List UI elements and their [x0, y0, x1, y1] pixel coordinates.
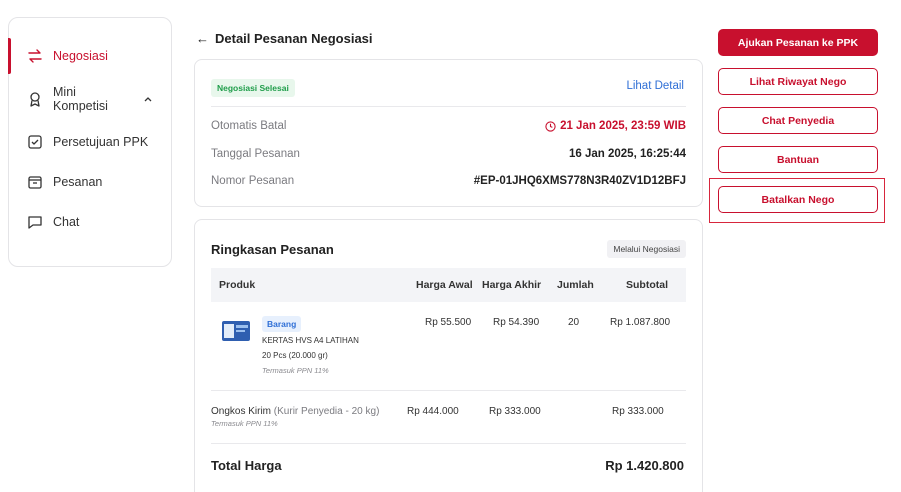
- sidebar-item-pesanan[interactable]: Pesanan: [9, 162, 171, 202]
- product-variant: 20 Pcs (20.000 gr): [262, 351, 328, 360]
- negotiation-history-button[interactable]: Lihat Riwayat Nego: [718, 68, 878, 95]
- page-title-text: Detail Pesanan Negosiasi: [215, 31, 373, 46]
- divider: [211, 106, 686, 107]
- order-summary-card: Ringkasan Pesanan Melalui Negosiasi Prod…: [194, 219, 703, 492]
- sidebar: Negosiasi Mini Kompetisi Persetujuan PPK…: [8, 17, 172, 267]
- summary-title: Ringkasan Pesanan: [211, 242, 334, 257]
- row-label: Tanggal Pesanan: [211, 148, 300, 160]
- col-header-jumlah: Jumlah: [557, 279, 594, 291]
- product-type-tag: Barang: [262, 316, 302, 332]
- sidebar-item-label: Persetujuan PPK: [53, 135, 149, 149]
- shipping-harga-akhir: Rp 333.000: [489, 406, 541, 417]
- product-image: [220, 317, 252, 345]
- product-name: KERTAS HVS A4 LATIHAN: [262, 336, 359, 345]
- total-label: Total Harga: [211, 458, 282, 473]
- table-header: Produk Harga Awal Harga Akhir Jumlah Sub…: [211, 268, 686, 302]
- auto-cancel-row: Otomatis Batal 21 Jan 2025, 23:59 WIB: [211, 120, 686, 132]
- sidebar-item-negosiasi[interactable]: Negosiasi: [8, 36, 171, 76]
- submit-to-ppk-button[interactable]: Ajukan Pesanan ke PPK: [718, 29, 878, 56]
- row-label: Otomatis Batal: [211, 120, 287, 132]
- sidebar-item-label: Negosiasi: [53, 49, 108, 63]
- chat-provider-button[interactable]: Chat Penyedia: [718, 107, 878, 134]
- product-harga-akhir: Rp 54.390: [493, 317, 540, 328]
- col-header-harga-akhir: Harga Akhir: [482, 279, 542, 291]
- row-label: Nomor Pesanan: [211, 175, 295, 187]
- order-status-card: Negosiasi Selesai Lihat Detail Otomatis …: [194, 59, 703, 207]
- negotiation-badge: Melalui Negosiasi: [607, 240, 686, 258]
- product-subtotal: Rp 1.087.800: [610, 317, 671, 328]
- row-value: 21 Jan 2025, 23:59 WIB: [545, 120, 686, 132]
- shipping-subtotal: Rp 333.000: [612, 406, 664, 417]
- shipping-harga-awal: Rp 444.000: [407, 406, 459, 417]
- sidebar-item-mini-kompetisi[interactable]: Mini Kompetisi: [9, 76, 171, 122]
- check-square-icon: [27, 134, 43, 150]
- shipping-tax-note: Termasuk PPN 11%: [211, 419, 278, 428]
- divider: [211, 443, 686, 444]
- help-button[interactable]: Bantuan: [718, 146, 878, 173]
- product-jumlah: 20: [568, 317, 580, 328]
- sidebar-item-label: Pesanan: [53, 175, 103, 189]
- status-badge: Negosiasi Selesai: [211, 79, 295, 97]
- swap-arrows-icon: [27, 48, 43, 64]
- sidebar-item-persetujuan-ppk[interactable]: Persetujuan PPK: [9, 122, 171, 162]
- row-value: #EP-01JHQ6XMS778N3R40ZV1D12BFJ: [473, 175, 686, 187]
- back-arrow-icon[interactable]: ←: [196, 31, 209, 46]
- product-tax-note: Termasuk PPN 11%: [262, 366, 329, 375]
- sidebar-item-chat[interactable]: Chat: [9, 202, 171, 242]
- award-icon: [27, 91, 43, 107]
- chevron-up-icon[interactable]: [143, 93, 153, 107]
- divider: [211, 390, 686, 391]
- chat-bubble-icon: [27, 214, 43, 230]
- col-header-harga-awal: Harga Awal: [416, 279, 473, 291]
- order-number-row: Nomor Pesanan #EP-01JHQ6XMS778N3R40ZV1D1…: [211, 175, 686, 187]
- total-value: Rp 1.420.800: [605, 458, 684, 473]
- lihat-detail-link[interactable]: Lihat Detail: [626, 80, 684, 92]
- product-harga-awal: Rp 55.500: [425, 317, 472, 328]
- order-date-row: Tanggal Pesanan 16 Jan 2025, 16:25:44: [211, 148, 686, 160]
- sidebar-item-label: Mini Kompetisi: [53, 85, 108, 113]
- sidebar-item-label: Chat: [53, 215, 80, 229]
- cancel-negotiation-button[interactable]: Batalkan Nego: [718, 186, 878, 213]
- col-header-subtotal: Subtotal: [626, 279, 668, 291]
- col-header-produk: Produk: [219, 279, 256, 291]
- page-title: ← Detail Pesanan Negosiasi: [196, 31, 373, 46]
- box-icon: [27, 174, 43, 190]
- clock-icon: [545, 120, 556, 132]
- row-value: 16 Jan 2025, 16:25:44: [568, 148, 686, 160]
- shipping-label: Ongkos Kirim (Kurir Penyedia - 20 kg): [211, 406, 380, 417]
